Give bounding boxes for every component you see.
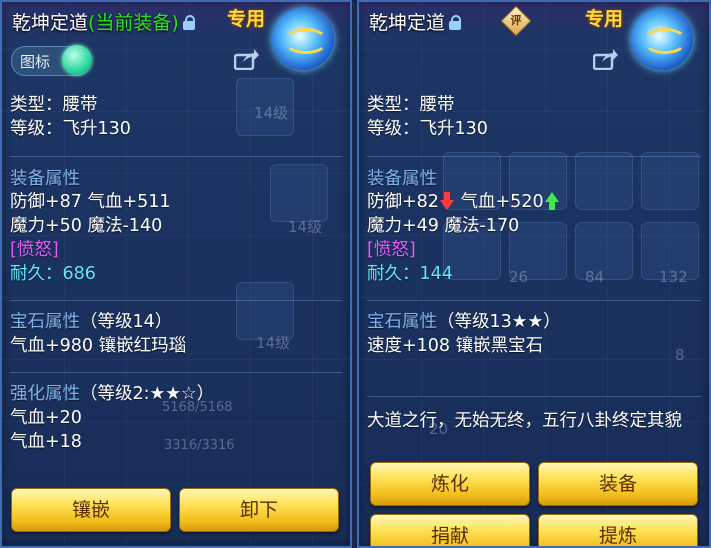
item-level: 等级：飞升130 [367,119,488,139]
arrow-down-icon [439,192,454,210]
icon-toggle-label: 图标 [20,53,51,71]
background-slot-label: 14级 [288,218,323,236]
item-description: 大道之行，无始无终，五行八卦终定其貌 [367,411,682,431]
gem-header-label: 宝石属性 [367,312,437,332]
anger-tag: [愤怒] [367,240,416,260]
toggle-knob [62,45,92,75]
divider [10,300,342,301]
background-faint-text: 3316/3316 [164,438,235,453]
lock-icon [449,15,462,30]
gem-header-label: 宝石属性 [10,312,80,332]
donate-button[interactable]: 捐献 [370,514,530,546]
background-number: 84 [585,268,605,286]
item-belt-icon [272,8,334,70]
background-slot-label: 14级 [254,104,289,122]
item-tooltip-compare: 26 84 132 20 8 乾坤定道 评 专用 类型：腰带 等级：飞升130 … [357,0,711,548]
gem-header: 宝石属性（等级13★★） [367,311,561,333]
durability: 耐久：686 [10,263,96,285]
divider [10,156,342,157]
share-icon[interactable] [234,48,260,70]
item-type: 类型：腰带 [10,95,98,115]
background-slot [575,152,633,210]
defense-value: 防御+82 [367,192,439,212]
extract-button[interactable]: 提炼 [538,514,698,546]
rating-badge-label: 评 [510,14,522,27]
divider [367,396,701,397]
background-number: 132 [659,268,688,286]
share-icon[interactable] [593,48,619,70]
background-slot [270,164,328,222]
durability: 耐久：144 [367,263,453,285]
attr-line: 防御+82 气血+520 [367,191,560,213]
item-tooltip-current: 14级 14级 14级 5168/5168 3316/3316 乾坤定道(当前装… [0,0,352,548]
attr-header: 装备属性 [367,169,437,189]
attr-line: 魔力+50 魔法-140 [10,216,163,236]
enhance-header-label: 强化属性 [10,384,80,404]
attr-header: 装备属性 [10,169,80,189]
divider [10,372,342,373]
item-title: 乾坤定道 [369,8,462,35]
background-slot [641,152,699,210]
gem-level: （等级14） [80,312,173,332]
enhance-header: 强化属性（等级2:★★☆） [10,383,214,405]
attr-line: 防御+87 气血+511 [10,192,171,212]
gem-level: （等级13★★） [437,312,561,332]
background-number: 8 [675,346,685,364]
arrow-up-icon [544,192,559,210]
durability-label: 耐久： [367,264,420,284]
inlay-button[interactable]: 镶嵌 [11,488,171,532]
gem-line: 速度+108 镶嵌黑宝石 [367,336,544,356]
hp-value: 气血+520 [460,192,544,212]
attr-line: 魔力+49 魔法-170 [367,216,520,236]
gem-header: 宝石属性（等级14） [10,311,172,333]
anger-tag: [愤怒] [10,240,59,260]
item-name: 乾坤定道 [369,12,446,34]
unequip-button[interactable]: 卸下 [179,488,339,532]
divider [367,156,701,157]
durability-label: 耐久： [10,264,63,284]
item-name: 乾坤定道 [12,12,89,34]
durability-value: 144 [419,264,453,284]
refine-button[interactable]: 炼化 [370,462,530,506]
lock-icon [182,15,195,30]
enhance-level: （等级2:★★☆） [80,384,215,404]
item-title: 乾坤定道(当前装备) [12,8,195,35]
background-slot-label: 14级 [256,334,291,352]
equip-button[interactable]: 装备 [538,462,698,506]
divider [367,300,701,301]
item-belt-icon [631,8,693,70]
item-type: 类型：腰带 [367,95,455,115]
durability-value: 686 [62,264,96,284]
item-level: 等级：飞升130 [10,119,131,139]
equipped-tag: (当前装备) [88,12,179,34]
background-number: 26 [509,268,529,286]
enhance-line: 气血+20 [10,408,82,428]
exclusive-label: 专用 [227,8,266,30]
icon-toggle[interactable]: 图标 [11,45,92,76]
enhance-line: 气血+18 [10,432,82,452]
exclusive-label: 专用 [585,8,624,30]
gem-line: 气血+980 镶嵌红玛瑙 [10,336,187,356]
